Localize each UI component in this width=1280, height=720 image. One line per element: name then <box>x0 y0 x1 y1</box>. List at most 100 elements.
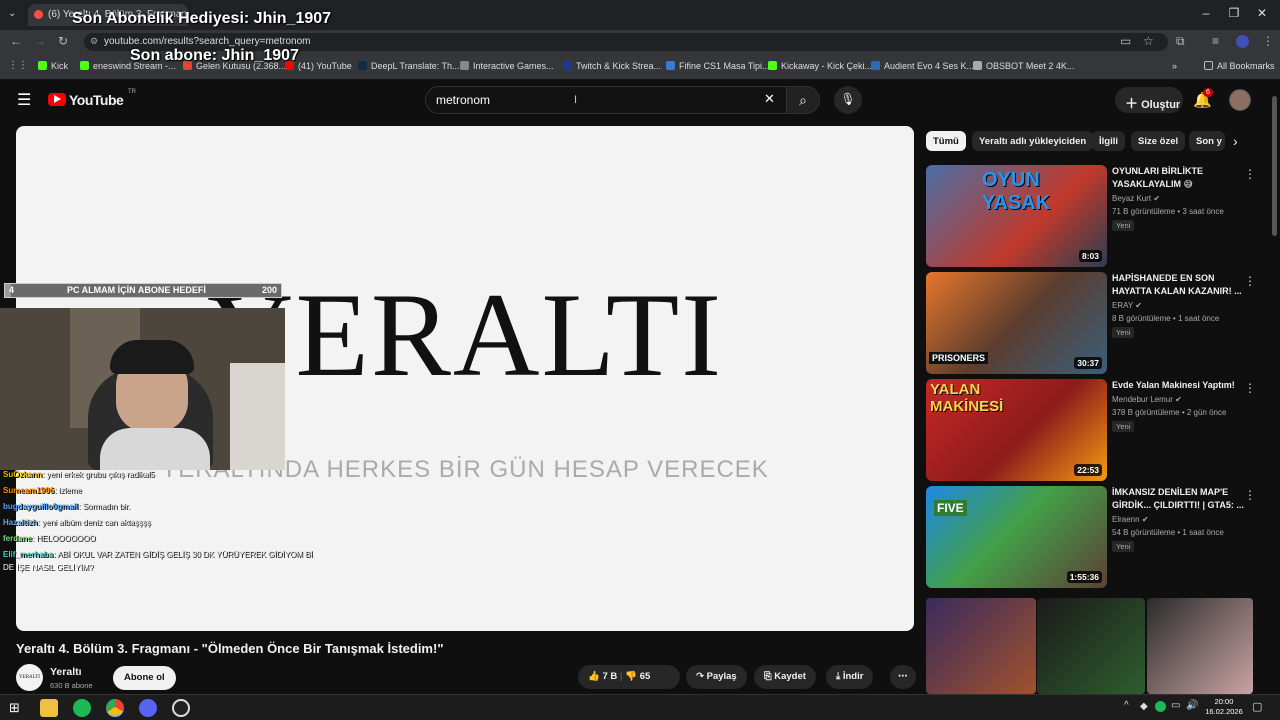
chip-all[interactable]: Tümü <box>926 131 966 151</box>
chat-msg: : yeni erkek grubu çıkış radikal5 <box>42 470 155 479</box>
apps-grid-icon[interactable]: ⋮⋮ <box>8 60 28 71</box>
thumbnail-text: PRISONERS <box>929 352 989 364</box>
taskbar-clock[interactable]: 20:00 16.02.2026 <box>1203 697 1245 717</box>
recommendation-card[interactable]: PRISONERS 30:37 HAPİSHANEDE EN SON HAYAT… <box>926 272 1270 376</box>
recommendation-channel[interactable]: Beyaz Kurt ✔ <box>1112 194 1160 203</box>
obs-icon[interactable] <box>172 699 190 717</box>
discord-icon[interactable] <box>139 699 157 717</box>
dislike-count: 65 <box>639 671 651 682</box>
last-sub-overlay: Son abone: Jhin_1907 <box>130 47 299 64</box>
bookmark-item[interactable]: Interactive Games... <box>460 61 554 71</box>
bookmark-item[interactable]: Kick <box>38 61 68 71</box>
channel-name[interactable]: Yeraltı <box>50 666 82 678</box>
volume-icon[interactable]: 🔊 <box>1186 700 1198 711</box>
bookmark-item[interactable]: Kickaway - Kick Çeki... <box>768 61 872 71</box>
channel-label: Elraenn <box>1112 515 1140 524</box>
video-duration: 30:37 <box>1074 357 1102 369</box>
dislike-button[interactable]: 👎 65 <box>625 671 650 682</box>
short-thumbnail[interactable] <box>926 598 1036 694</box>
bookmark-item[interactable]: Fifine CS1 Masa Tipi... <box>666 61 770 71</box>
search-button[interactable]: ⌕ <box>786 86 820 114</box>
more-vert-icon[interactable]: ⋮ <box>1262 34 1274 48</box>
notification-center-icon[interactable]: ▢ <box>1252 700 1262 713</box>
back-icon[interactable]: ← <box>10 34 22 48</box>
forward-icon[interactable]: → <box>34 34 46 48</box>
extensions-icon[interactable]: ⧉ <box>1176 34 1185 49</box>
folder-icon <box>1204 61 1213 70</box>
more-vert-icon[interactable]: ⋮ <box>1244 488 1256 502</box>
windows-taskbar: ⊞ ^ ◆ ▭ 🔊 20:00 16.02.2026 ▢ <box>0 694 1280 720</box>
recommendation-channel[interactable]: Elraenn ✔ <box>1112 515 1149 524</box>
recommendation-card[interactable]: FIVE 1:55:36 İMKANSIZ DENİLEN MAP'E GİRD… <box>926 486 1270 590</box>
more-vert-icon[interactable]: ⋮ <box>1244 274 1256 288</box>
save-label: Kaydet <box>774 671 806 682</box>
close-window-icon[interactable]: ✕ <box>1252 6 1272 20</box>
recommendation-channel[interactable]: ERAY ✔ <box>1112 301 1142 310</box>
tray-spotify-icon[interactable] <box>1155 701 1166 712</box>
chip-for-you[interactable]: Size özel <box>1131 131 1186 151</box>
plus-icon: ＋ <box>1125 96 1139 111</box>
bookmark-icon: ⎘ <box>764 671 772 682</box>
hamburger-menu-icon[interactable]: ☰ <box>17 90 31 110</box>
bookmark-item[interactable]: DeepL Translate: Th... <box>358 61 460 71</box>
subscribe-button[interactable]: Abone ol <box>113 666 176 690</box>
recommendation-channel[interactable]: Mendebur Lemur ✔ <box>1112 395 1182 404</box>
bookmark-item[interactable]: Audient Evo 4 Ses K... <box>871 61 974 71</box>
file-explorer-icon[interactable] <box>40 699 58 717</box>
chrome-icon[interactable] <box>106 699 124 717</box>
tray-app-icon[interactable]: ◆ <box>1140 701 1148 712</box>
more-actions-button[interactable]: ⋯ <box>890 665 916 689</box>
video-thumbnail[interactable]: PRISONERS 30:37 <box>926 272 1107 374</box>
voice-search-button[interactable]: 🎙 <box>834 86 862 114</box>
site-info-icon[interactable]: ⚙ <box>90 36 98 47</box>
like-count: 7 B <box>602 671 618 682</box>
chip-recent[interactable]: Son y <box>1189 131 1225 151</box>
download-button[interactable]: ⤓ İndir <box>826 665 874 689</box>
text-cursor-icon: I <box>574 94 578 106</box>
profile-icon[interactable] <box>1236 35 1249 48</box>
menu-list-icon[interactable]: ≡ <box>1212 34 1219 48</box>
chip-related[interactable]: İlgili <box>1092 131 1125 151</box>
clear-search-icon[interactable]: ✕ <box>764 91 775 107</box>
more-vert-icon[interactable]: ⋮ <box>1244 381 1256 395</box>
bookmark-item[interactable]: OBSBOT Meet 2 4K... <box>973 61 1074 71</box>
subscriber-count: 630 B abone <box>50 681 93 690</box>
recommendation-card[interactable]: YALAN MAKİNESİ 22:53 Evde Yalan Makinesi… <box>926 379 1270 483</box>
tab-search-icon[interactable]: ⌄ <box>8 8 16 19</box>
all-bookmarks[interactable]: All Bookmarks <box>1204 61 1275 71</box>
page-scrollbar[interactable] <box>1272 96 1277 236</box>
chips-next-icon[interactable]: › <box>1233 133 1238 149</box>
verified-icon: ✔ <box>1175 395 1182 404</box>
chip-from-uploader[interactable]: Yeraltı adlı yükleyiciden <box>972 131 1094 151</box>
minimize-icon[interactable]: – <box>1196 6 1216 20</box>
account-avatar[interactable] <box>1229 89 1251 111</box>
bookmark-star-icon[interactable]: ☆ <box>1143 34 1154 48</box>
save-button[interactable]: ⎘ Kaydet <box>754 665 816 689</box>
video-thumbnail[interactable]: FIVE 1:55:36 <box>926 486 1107 588</box>
recommendation-meta: 54 B görüntüleme • 1 saat önce <box>1112 528 1224 537</box>
video-thumbnail[interactable]: OYUN YASAK 8:03 <box>926 165 1107 267</box>
more-vert-icon[interactable]: ⋮ <box>1244 167 1256 181</box>
tray-overflow-icon[interactable]: ^ <box>1124 700 1129 711</box>
reload-icon[interactable]: ↻ <box>58 34 68 48</box>
windows-start-icon[interactable]: ⊞ <box>9 700 20 716</box>
bookmark-item[interactable]: Twitch & Kick Strea... <box>563 61 661 71</box>
spotify-icon[interactable] <box>73 699 91 717</box>
chat-line: Sumeam1906: izleme <box>3 486 363 502</box>
youtube-header: ☰ YouTube TR metronom I ✕ ⌕ 🎙 ＋ Oluştur … <box>0 82 1280 118</box>
maximize-icon[interactable]: ❐ <box>1224 6 1244 20</box>
short-thumbnail[interactable] <box>1147 598 1253 694</box>
bookmarks-overflow-icon[interactable]: » <box>1172 61 1177 71</box>
create-button[interactable]: ＋ Oluştur <box>1115 87 1183 113</box>
share-button[interactable]: ↷ Paylaş <box>686 665 747 689</box>
deepl-icon <box>358 61 367 70</box>
channel-avatar[interactable]: YERALTI <box>16 664 43 691</box>
network-icon[interactable]: ▭ <box>1171 700 1180 711</box>
short-thumbnail[interactable] <box>1037 598 1145 694</box>
recommendation-card[interactable]: OYUN YASAK 8:03 OYUNLARI BİRLİKTE YASAKL… <box>926 165 1270 269</box>
like-button[interactable]: 👍 7 B <box>588 671 617 682</box>
video-thumbnail[interactable]: YALAN MAKİNESİ 22:53 <box>926 379 1107 481</box>
search-input[interactable]: metronom I ✕ <box>425 86 787 114</box>
cast-icon[interactable]: ▭ <box>1120 34 1131 48</box>
chat-line: ferdane: HELOOOOOOO <box>3 534 363 550</box>
